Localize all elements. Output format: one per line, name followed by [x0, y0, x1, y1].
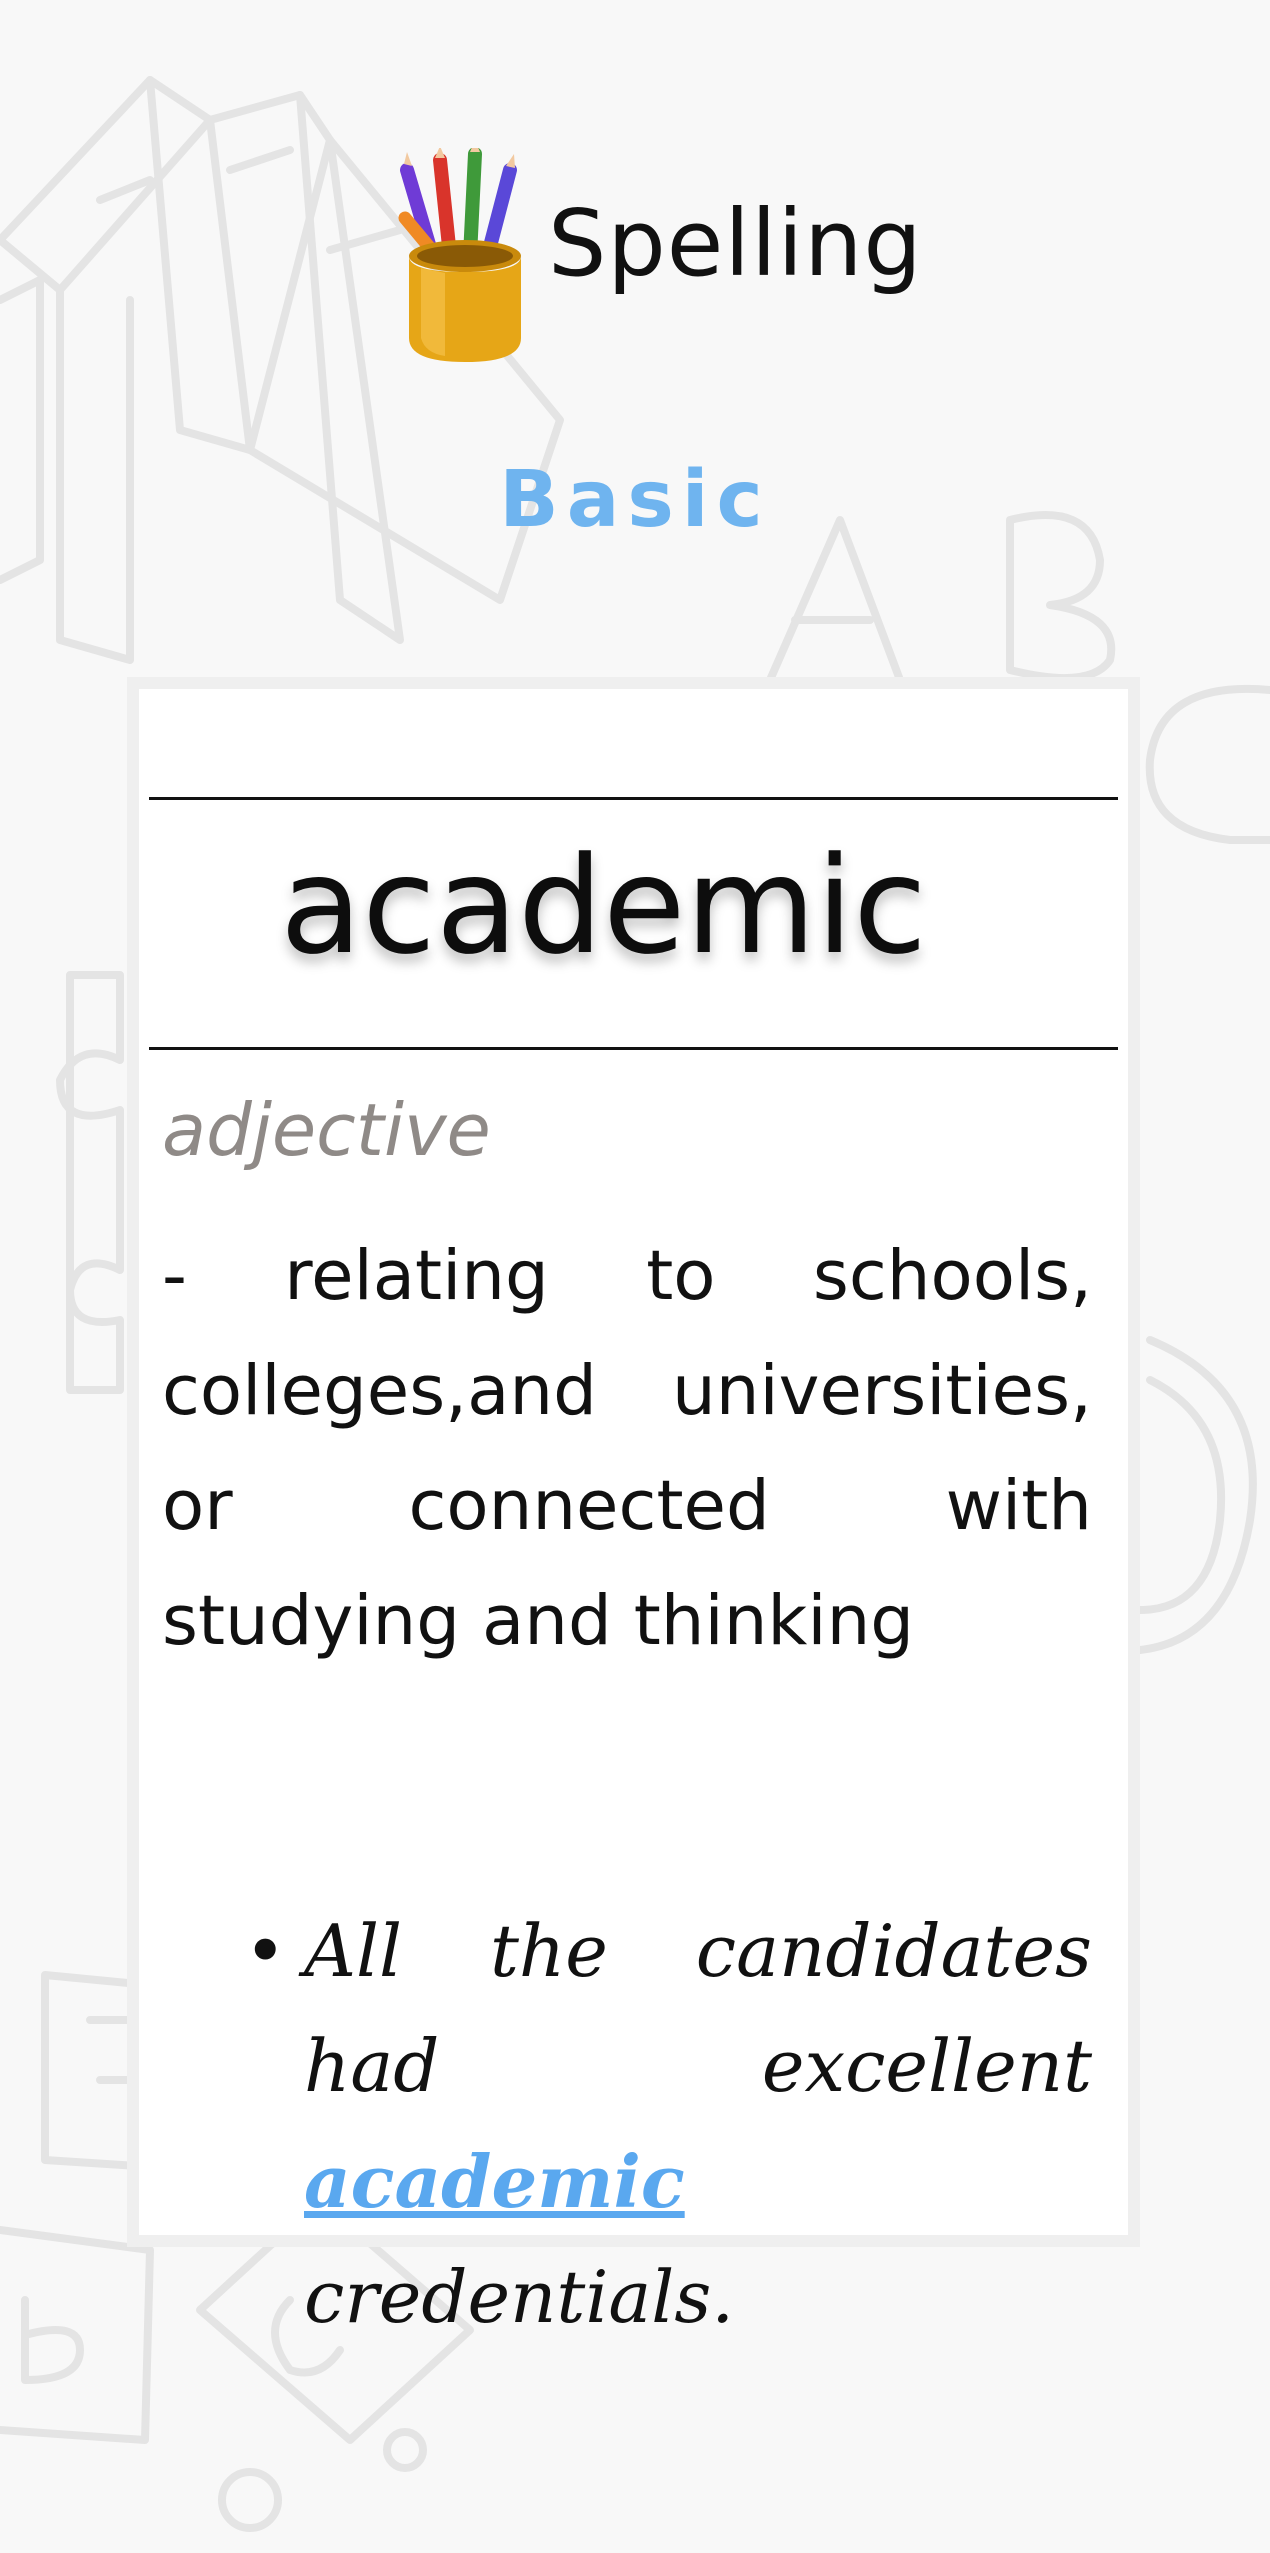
pencil-cup-icon: [398, 148, 521, 362]
bullet-icon: •: [244, 1909, 287, 1993]
word-card: academic adjective - relating to schools…: [127, 677, 1140, 2339]
top-divider: [149, 797, 1118, 800]
word-definition: - relating to schools, colleges,and univ…: [162, 1236, 1092, 1661]
example-highlight-word: academic: [304, 2139, 685, 2224]
app-header: Spelling: [0, 140, 1270, 370]
spelling-word: academic: [280, 828, 927, 984]
part-of-speech: adjective: [162, 1088, 491, 1172]
app-title: Spelling: [548, 190, 923, 297]
example-sentence: • All the candidates had excellent academ…: [244, 1894, 1092, 2355]
example-text-after: credentials.: [304, 2255, 735, 2339]
example-list: • All the candidates had excellent academ…: [244, 1894, 1092, 2355]
example-text-before: All the candidates had excellent: [304, 1909, 1092, 2108]
difficulty-level: Basic: [499, 455, 771, 545]
bottom-divider: [149, 1047, 1118, 1050]
